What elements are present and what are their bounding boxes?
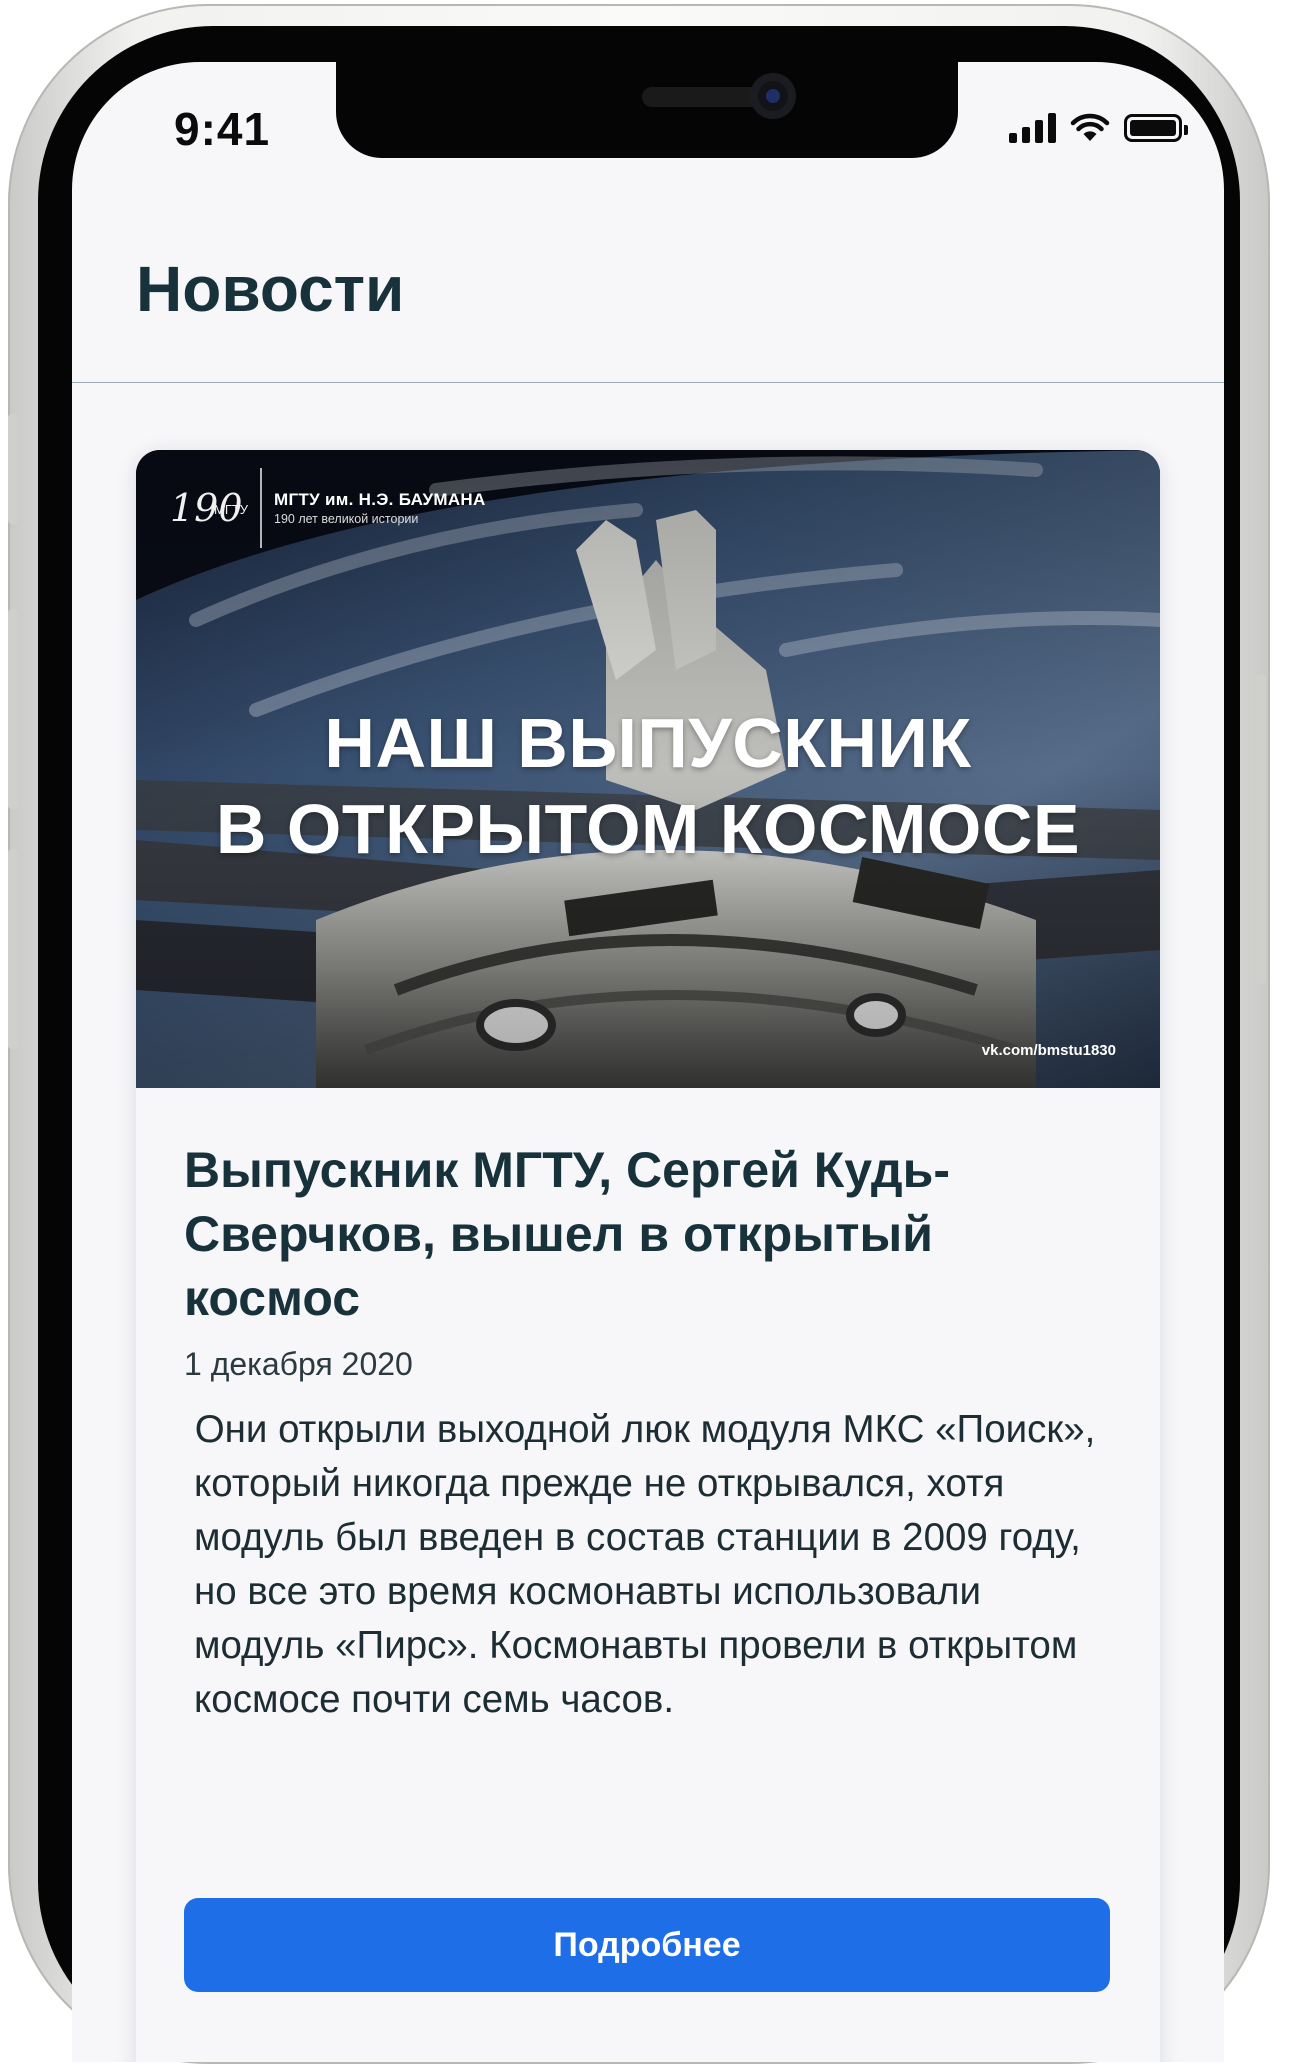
signal-icon: [1009, 113, 1056, 143]
logo-title: МГТУ им. Н.Э. БАУМАНА: [274, 490, 486, 509]
page-title: Новости: [136, 253, 405, 325]
front-camera: [750, 73, 796, 119]
screen: 9:41 Новости 190 МГТУ МГТУ им. Н.Э. БАУМ…: [72, 62, 1224, 2062]
wifi-icon: [1070, 113, 1110, 141]
news-card[interactable]: 190 МГТУ МГТУ им. Н.Э. БАУМАНА 190 лет в…: [136, 450, 1160, 2062]
power-button: [1256, 674, 1266, 984]
news-title[interactable]: Выпускник МГТУ, Сергей Кудь-Сверчков, вы…: [184, 1138, 1114, 1330]
image-headline: НАШ ВЫПУСКНИК В ОТКРЫТОМ КОСМОСЕ: [136, 700, 1160, 872]
logo-emblem: 190 МГТУ: [170, 486, 249, 530]
read-more-button[interactable]: Подробнее: [184, 1898, 1110, 1992]
notch: [336, 62, 958, 158]
news-image[interactable]: 190 МГТУ МГТУ им. Н.Э. БАУМАНА 190 лет в…: [136, 450, 1160, 1088]
logo-subtitle: 190 лет великой истории: [274, 512, 419, 526]
news-date: 1 декабря 2020: [184, 1346, 413, 1382]
news-text: Они открыли выходной люк модуля МКС «Пои…: [184, 1408, 1107, 1721]
header-divider: [72, 382, 1224, 383]
volume-down-button: [8, 849, 18, 1049]
status-icons: [1009, 108, 1188, 148]
volume-up-button: [8, 609, 18, 809]
status-time: 9:41: [174, 103, 271, 155]
mute-switch: [8, 414, 18, 524]
battery-icon: [1124, 114, 1188, 142]
image-headline-line1: НАШ ВЫПУСКНИК: [324, 704, 972, 782]
news-content: Выпускник МГТУ, Сергей Кудь-Сверчков, вы…: [184, 1138, 1114, 1727]
image-headline-line2: В ОТКРЫТОМ КОСМОСЕ: [215, 790, 1081, 868]
logo-separator: [260, 468, 262, 548]
university-logo: 190 МГТУ МГТУ им. Н.Э. БАУМАНА 190 лет в…: [170, 468, 486, 548]
image-credit: vk.com/bmstu1830: [981, 1042, 1116, 1059]
